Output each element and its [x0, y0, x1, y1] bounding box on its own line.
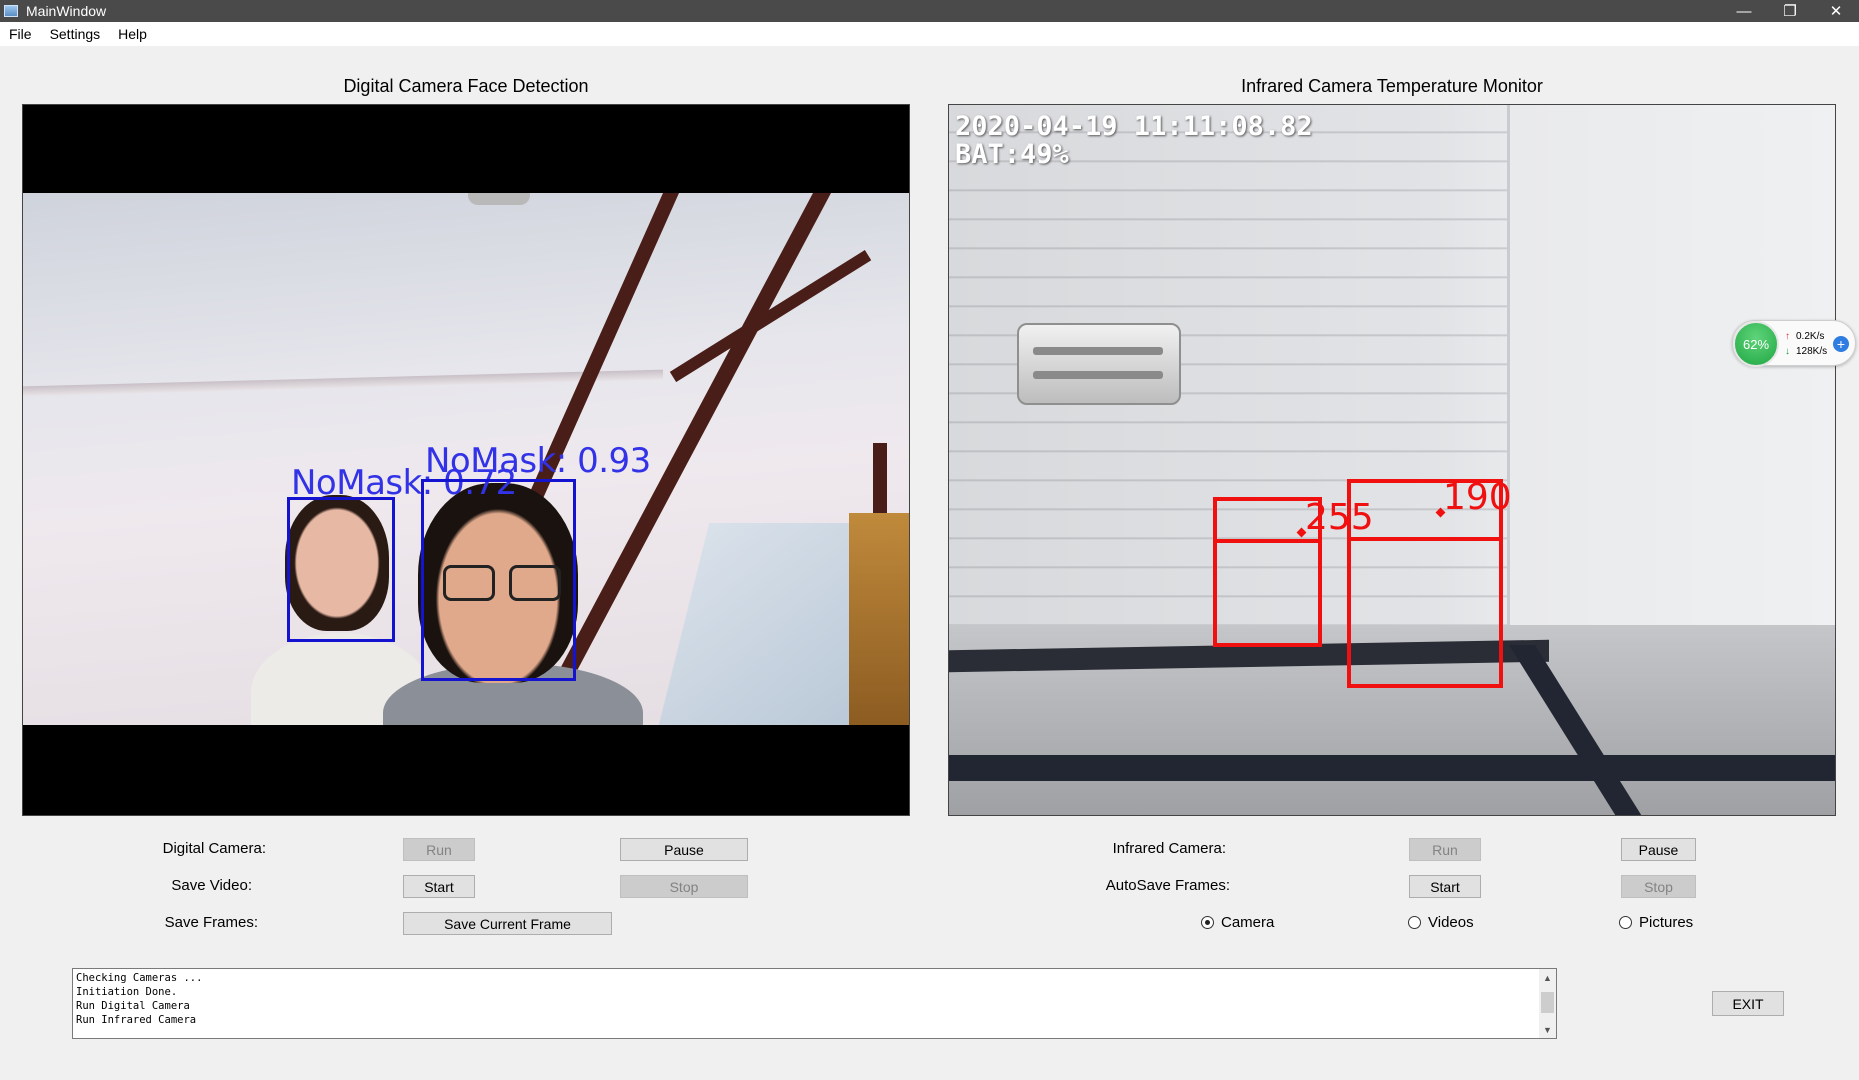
infrared-pause-button[interactable]: Pause	[1621, 838, 1696, 861]
video-stop-button[interactable]: Stop	[620, 875, 748, 898]
digital-camera-view: NoMask: 0.72 NoMask: 0.93	[22, 104, 910, 816]
network-monitor-widget[interactable]: 62% ↑ 0.2K/s ↓ 128K/s +	[1732, 320, 1856, 367]
ceiling-edge	[23, 369, 663, 397]
ir-timestamp: 2020-04-19 11:11:08.82	[955, 111, 1313, 142]
log-scrollbar[interactable]: ▲ ▼	[1539, 969, 1556, 1038]
window-title: MainWindow	[26, 3, 107, 19]
radio-videos-indicator[interactable]	[1408, 916, 1421, 929]
autosave-frames-label: AutoSave Frames:	[1105, 877, 1230, 894]
cabinet	[849, 513, 909, 725]
menu-bar: File Settings Help	[0, 22, 1859, 46]
plus-icon[interactable]: +	[1833, 336, 1849, 352]
app-icon	[4, 5, 18, 17]
exit-button[interactable]: EXIT	[1712, 991, 1784, 1016]
minimize-icon[interactable]: —	[1721, 0, 1767, 22]
menu-file[interactable]: File	[0, 26, 41, 42]
scroll-thumb[interactable]	[1541, 992, 1554, 1013]
video-start-button[interactable]: Start	[403, 875, 475, 898]
ir-wall-corner	[1507, 105, 1510, 665]
ceiling-lamp	[468, 193, 530, 205]
temperature-box-header	[1213, 539, 1322, 543]
infrared-camera-view: 2020-04-19 11:11:08.82 BAT:49% 255 190	[948, 104, 1836, 816]
log-line: Checking Cameras ...	[76, 972, 203, 984]
log-textbox[interactable]: Checking Cameras ... Initiation Done. Ru…	[72, 968, 1557, 1039]
face-detection-label: NoMask: 0.93	[425, 441, 651, 481]
digital-pause-button[interactable]: Pause	[620, 838, 748, 861]
save-current-frame-button[interactable]: Save Current Frame	[403, 912, 612, 935]
temperature-box-header	[1347, 537, 1503, 541]
scroll-up-icon[interactable]: ▲	[1539, 969, 1556, 986]
memory-usage-circle[interactable]: 62%	[1733, 321, 1779, 367]
ir-rail	[949, 755, 1835, 781]
log-line: Run Infrared Camera	[76, 1014, 197, 1026]
radio-camera[interactable]: Camera	[1201, 914, 1274, 931]
window-controls: — ❐ ✕	[1721, 0, 1859, 22]
radio-camera-indicator[interactable]	[1201, 916, 1214, 929]
download-speed: ↓ 128K/s	[1785, 346, 1828, 357]
radio-videos[interactable]: Videos	[1408, 914, 1474, 931]
log-lines: Checking Cameras ... Initiation Done. Ru…	[76, 971, 202, 1027]
face-bounding-box	[287, 497, 395, 642]
title-bar: MainWindow — ❐ ✕	[0, 0, 1859, 22]
digital-run-button[interactable]: Run	[403, 838, 475, 861]
digital-panel-title: Digital Camera Face Detection	[343, 76, 589, 96]
autosave-start-button[interactable]: Start	[1409, 875, 1481, 898]
arrow-up-icon: ↑	[1785, 331, 1790, 342]
ir-battery: BAT:49%	[955, 139, 1069, 170]
digital-camera-label: Digital Camera:	[162, 840, 266, 857]
temperature-value: 190	[1443, 477, 1512, 518]
menu-settings[interactable]: Settings	[41, 26, 110, 42]
save-video-label: Save Video:	[171, 877, 252, 894]
infrared-run-button[interactable]: Run	[1409, 838, 1481, 861]
autosave-stop-button[interactable]: Stop	[1621, 875, 1696, 898]
door-frame-bar	[669, 250, 872, 383]
infrared-camera-label: Infrared Camera:	[1112, 840, 1226, 857]
log-line: Run Digital Camera	[76, 1000, 190, 1012]
radio-pictures[interactable]: Pictures	[1619, 914, 1693, 931]
radio-pictures-indicator[interactable]	[1619, 916, 1632, 929]
log-line: Initiation Done.	[76, 986, 178, 998]
restore-icon[interactable]: ❐	[1767, 0, 1813, 22]
ir-ceiling-vent	[1017, 323, 1181, 405]
infrared-panel-title: Infrared Camera Temperature Monitor	[1241, 76, 1543, 96]
save-frames-label: Save Frames:	[164, 914, 258, 931]
upload-speed: ↑ 0.2K/s	[1785, 331, 1825, 342]
face-bounding-box	[421, 479, 576, 681]
menu-help[interactable]: Help	[109, 26, 156, 42]
close-icon[interactable]: ✕	[1813, 0, 1859, 22]
arrow-down-icon: ↓	[1785, 346, 1790, 357]
scroll-down-icon[interactable]: ▼	[1539, 1021, 1556, 1038]
